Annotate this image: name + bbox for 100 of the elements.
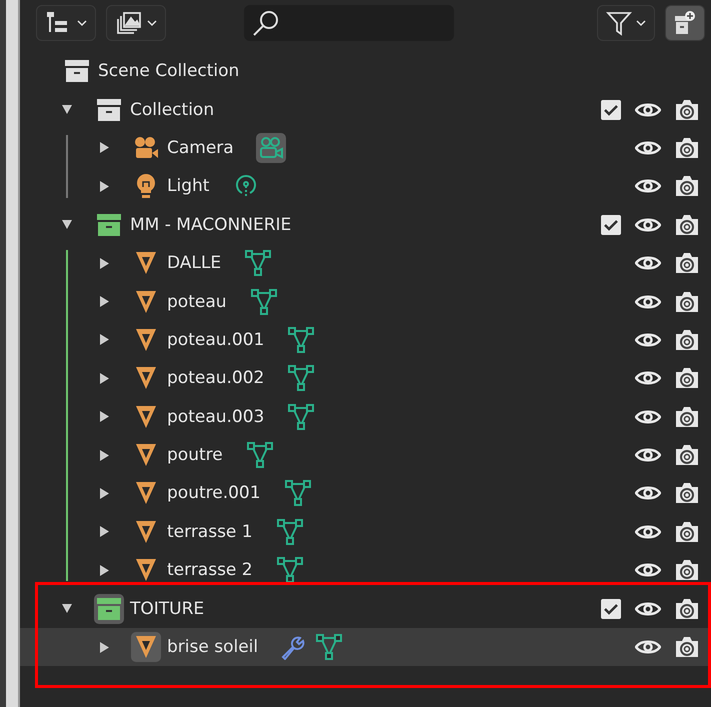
eye-icon[interactable]	[635, 562, 661, 578]
item-name[interactable]: poutre	[167, 445, 223, 466]
eye-icon[interactable]	[635, 524, 661, 540]
triangle-icon	[135, 404, 157, 429]
collapsed-arrow-icon[interactable]	[99, 334, 109, 346]
triangle-icon	[135, 251, 157, 276]
camera-icon[interactable]	[675, 175, 699, 198]
item-name[interactable]: terrasse 1	[167, 522, 253, 542]
item-name[interactable]: poteau	[167, 292, 227, 312]
collection-icon	[65, 60, 89, 82]
camera-icon[interactable]	[675, 444, 699, 466]
tree-line	[66, 134, 68, 198]
item-name[interactable]: brise soleil	[167, 637, 258, 658]
checkbox[interactable]	[601, 598, 621, 619]
collapsed-arrow-icon[interactable]	[99, 411, 109, 422]
item-name[interactable]: Camera	[167, 138, 234, 158]
collection-icon	[97, 598, 121, 620]
item-name[interactable]: poteau.003	[167, 406, 264, 427]
camera-icon[interactable]	[675, 636, 699, 658]
mesh-data-icon[interactable]	[246, 441, 274, 470]
wrench-icon[interactable]	[280, 634, 306, 660]
camera-icon[interactable]	[675, 136, 699, 159]
mesh-data-icon[interactable]	[284, 479, 312, 508]
mesh-data-icon[interactable]	[287, 402, 316, 431]
eye-icon[interactable]	[635, 447, 661, 464]
item-name[interactable]: Light	[167, 176, 210, 196]
movie-camera-icon[interactable]	[258, 136, 284, 160]
eye-icon[interactable]	[635, 178, 661, 194]
collapsed-arrow-icon[interactable]	[99, 564, 109, 576]
mesh-data-icon[interactable]	[244, 249, 272, 278]
mesh-data-icon[interactable]	[276, 556, 304, 584]
collapsed-arrow-icon[interactable]	[99, 142, 109, 154]
eye-icon[interactable]	[635, 294, 661, 310]
new-collection-button[interactable]	[665, 5, 705, 41]
item-name[interactable]: terrasse 2	[167, 560, 253, 580]
camera-icon[interactable]	[675, 290, 699, 313]
chevron-down-icon	[77, 19, 87, 27]
eye-icon[interactable]	[635, 639, 661, 656]
search-field[interactable]	[244, 5, 454, 41]
display-mode-button[interactable]	[36, 5, 96, 41]
mesh-data-icon[interactable]	[287, 326, 316, 354]
collapsed-arrow-icon[interactable]	[99, 642, 109, 653]
collapsed-arrow-icon[interactable]	[99, 258, 109, 269]
search-icon	[252, 9, 280, 37]
item-name[interactable]: Scene Collection	[98, 61, 240, 82]
item-name[interactable]: poutre.001	[167, 483, 261, 504]
mesh-data-icon[interactable]	[276, 518, 304, 546]
eye-icon[interactable]	[635, 370, 661, 386]
collapsed-arrow-icon[interactable]	[99, 488, 109, 499]
eye-icon[interactable]	[635, 408, 661, 425]
camera-icon[interactable]	[675, 559, 699, 582]
collapsed-arrow-icon[interactable]	[99, 296, 109, 308]
camera-icon[interactable]	[675, 214, 699, 236]
eye-icon[interactable]	[635, 216, 661, 233]
triangle-icon	[135, 481, 157, 506]
item-name[interactable]: TOITURE	[130, 598, 204, 619]
checkbox[interactable]	[601, 100, 621, 120]
camera-icon[interactable]	[675, 482, 699, 504]
mesh-data-icon[interactable]	[287, 364, 316, 392]
item-name[interactable]: MM - MACONNERIE	[130, 214, 292, 235]
item-name[interactable]: Collection	[130, 100, 214, 120]
item-name[interactable]: poteau.001	[167, 330, 264, 350]
camera-icon[interactable]	[675, 598, 699, 620]
camera-icon[interactable]	[675, 406, 699, 428]
collection-icon	[97, 214, 121, 236]
filter-button[interactable]	[597, 5, 655, 41]
item-name[interactable]: DALLE	[167, 253, 222, 274]
camera-icon[interactable]	[675, 520, 699, 543]
mesh-data-icon[interactable]	[250, 288, 278, 316]
eye-icon[interactable]	[635, 485, 661, 502]
collapsed-arrow-icon[interactable]	[99, 372, 109, 384]
collapsed-arrow-icon[interactable]	[99, 526, 109, 538]
chevron-down-icon	[636, 19, 646, 27]
filter-icon	[606, 10, 632, 36]
images-icon	[115, 11, 143, 35]
collapsed-arrow-icon[interactable]	[99, 180, 109, 192]
mesh-data-icon[interactable]	[315, 633, 344, 662]
triangle-icon	[135, 290, 157, 314]
item-name[interactable]: poteau.002	[167, 368, 264, 388]
triangle-icon	[135, 635, 157, 660]
movie-camera-icon	[133, 136, 159, 160]
expanded-arrow-icon[interactable]	[62, 603, 72, 614]
expanded-arrow-icon[interactable]	[62, 104, 72, 116]
triangle-icon	[135, 558, 157, 582]
chevron-down-icon	[147, 19, 157, 27]
eye-icon[interactable]	[635, 102, 661, 118]
eye-icon[interactable]	[635, 255, 661, 272]
checkbox[interactable]	[601, 214, 621, 235]
selected-row[interactable]: brise soleil	[20, 628, 711, 666]
camera-icon[interactable]	[675, 98, 699, 121]
collapsed-arrow-icon[interactable]	[99, 450, 109, 461]
camera-icon[interactable]	[675, 367, 699, 390]
camera-icon[interactable]	[675, 328, 699, 351]
light-bulb-icon	[135, 173, 157, 200]
filter-view-button[interactable]	[106, 5, 166, 41]
eye-icon[interactable]	[635, 332, 661, 348]
expanded-arrow-icon[interactable]	[62, 219, 72, 230]
eye-icon[interactable]	[635, 140, 661, 156]
camera-icon[interactable]	[675, 252, 699, 274]
eye-icon[interactable]	[635, 600, 661, 617]
